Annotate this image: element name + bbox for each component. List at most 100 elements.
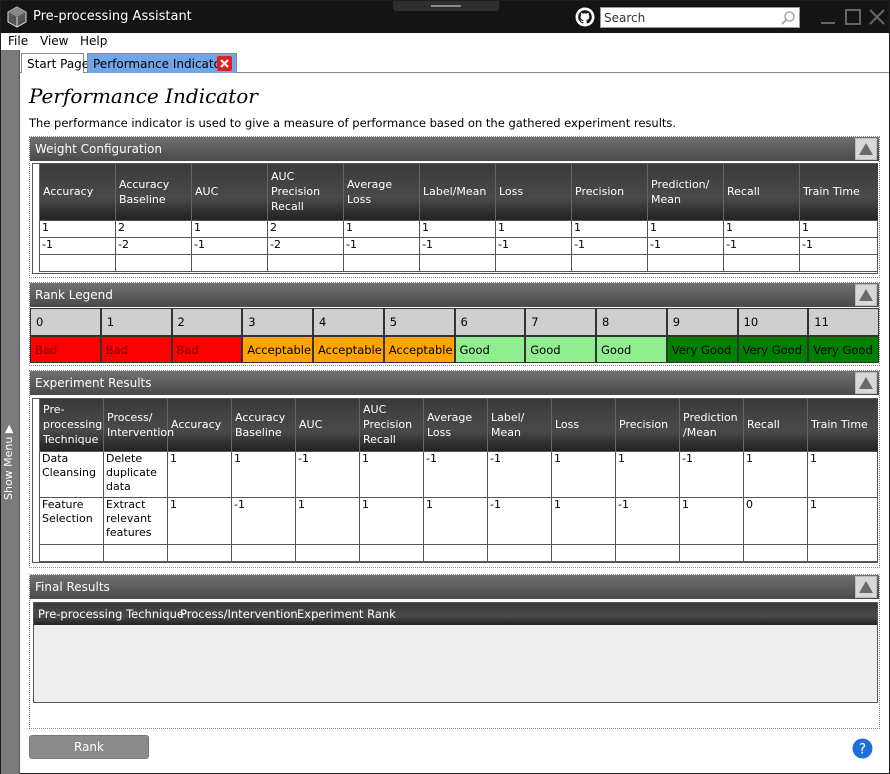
grid-cell[interactable]: -1 xyxy=(231,496,296,545)
grid-cell[interactable]: -1 xyxy=(191,236,268,255)
menu-file[interactable]: File xyxy=(8,34,28,48)
column-header[interactable]: Prediction/ Mean xyxy=(647,164,724,220)
grid-cell[interactable] xyxy=(487,543,552,562)
column-header[interactable]: AUC xyxy=(295,399,360,451)
grid-cell[interactable] xyxy=(343,253,420,272)
grid-cell[interactable]: -1 xyxy=(679,450,744,498)
grid-cell[interactable] xyxy=(39,253,116,272)
grid-cell[interactable] xyxy=(359,543,424,562)
table-row[interactable] xyxy=(39,253,878,272)
grid-cell[interactable]: 1 xyxy=(807,496,878,545)
column-header[interactable]: Accuracy Baseline xyxy=(231,399,296,451)
weight-configuration-grid[interactable]: Accuracy Accuracy Baseline AUC AUC Precisio… xyxy=(39,164,878,272)
grid-cell[interactable]: 0 xyxy=(743,496,808,545)
grid-cell[interactable]: -1 xyxy=(487,496,552,545)
column-header[interactable]: Pre-processing Technique xyxy=(38,607,184,621)
grid-cell[interactable]: -1 xyxy=(487,450,552,498)
column-header[interactable]: Train Time xyxy=(799,164,878,220)
grid-cell[interactable] xyxy=(495,253,572,272)
column-header[interactable]: Accuracy xyxy=(39,164,116,220)
collapse-triangle-icon[interactable] xyxy=(855,576,877,598)
grid-cell[interactable]: 1 xyxy=(423,496,488,545)
grid-cell[interactable]: 1 xyxy=(39,219,116,238)
grid-cell[interactable]: 1 xyxy=(231,450,296,498)
column-header[interactable]: Accuracy xyxy=(167,399,232,451)
grid-cell[interactable]: 1 xyxy=(495,219,572,238)
grid-cell[interactable]: -1 xyxy=(615,496,680,545)
grid-cell[interactable]: 1 xyxy=(419,219,496,238)
grid-cell[interactable]: 1 xyxy=(167,496,232,545)
search-input[interactable] xyxy=(604,10,774,26)
grid-cell[interactable]: 1 xyxy=(551,496,616,545)
grid-cell[interactable]: -1 xyxy=(723,236,800,255)
grid-cell[interactable]: 1 xyxy=(799,219,878,238)
grid-cell[interactable]: -2 xyxy=(267,236,344,255)
grid-cell[interactable]: 1 xyxy=(551,450,616,498)
menu-help[interactable]: Help xyxy=(80,34,107,48)
grid-cell[interactable]: 1 xyxy=(343,219,420,238)
column-header[interactable]: Process/ Intervention xyxy=(103,399,174,451)
title-bar[interactable]: Pre-processing Assistant xyxy=(1,1,889,33)
column-header[interactable]: Recall xyxy=(723,164,800,220)
grid-cell[interactable] xyxy=(423,543,488,562)
close-icon[interactable] xyxy=(867,7,887,27)
grid-cell[interactable]: Data Cleansing xyxy=(39,450,104,498)
column-header[interactable]: Process/Intervention xyxy=(180,607,298,621)
table-row[interactable]: 12121111111 xyxy=(39,219,878,238)
column-header[interactable]: AUC Precision Recall xyxy=(359,399,424,451)
menu-view[interactable]: View xyxy=(40,34,68,48)
column-header[interactable]: Average Loss xyxy=(343,164,420,220)
grid-cell[interactable]: -1 xyxy=(295,450,360,498)
collapse-triangle-icon[interactable] xyxy=(855,372,877,394)
grid-cell[interactable] xyxy=(115,253,192,272)
help-icon[interactable]: ? xyxy=(852,738,873,759)
github-icon[interactable] xyxy=(575,7,595,27)
table-row[interactable]: Feature Selection Extract relevant featur… xyxy=(39,496,878,545)
grid-cell[interactable]: -1 xyxy=(423,450,488,498)
tab-start-page[interactable]: Start Page xyxy=(21,53,89,73)
grid-cell[interactable]: 1 xyxy=(807,450,878,498)
grid-cell[interactable] xyxy=(419,253,496,272)
final-results-grid[interactable]: Pre-processing Technique Process/Interven… xyxy=(33,602,878,703)
grid-cell[interactable]: -2 xyxy=(115,236,192,255)
grid-cell[interactable] xyxy=(267,253,344,272)
grid-cell[interactable] xyxy=(103,543,168,562)
experiment-results-grid[interactable]: Pre-processing Technique Process/ Interve… xyxy=(39,399,878,562)
grid-cell[interactable]: 1 xyxy=(191,219,268,238)
table-row[interactable]: Data Cleansing Delete duplicate data 1 1 -1 1… xyxy=(39,450,878,498)
grid-cell[interactable] xyxy=(191,253,268,272)
grid-cell[interactable]: -1 xyxy=(39,236,116,255)
search-box[interactable] xyxy=(600,7,800,28)
collapse-triangle-icon[interactable] xyxy=(855,284,877,306)
grid-cell[interactable] xyxy=(799,253,878,272)
column-header[interactable]: Loss xyxy=(495,164,572,220)
grid-cell[interactable]: 1 xyxy=(571,219,648,238)
column-header[interactable]: AUC Precision Recall xyxy=(267,164,344,220)
grid-cell[interactable]: Feature Selection xyxy=(39,496,104,545)
grid-cell[interactable]: 2 xyxy=(267,219,344,238)
column-header[interactable]: Recall xyxy=(743,399,808,451)
drag-grip[interactable] xyxy=(393,1,499,11)
grid-cell[interactable]: 1 xyxy=(679,496,744,545)
collapse-triangle-icon[interactable] xyxy=(855,138,877,160)
column-header[interactable]: Accuracy Baseline xyxy=(115,164,192,220)
column-header[interactable]: Precision xyxy=(571,164,648,220)
grid-cell[interactable] xyxy=(231,543,296,562)
tab-close-icon[interactable] xyxy=(217,56,232,71)
grid-cell[interactable] xyxy=(39,543,104,562)
column-header[interactable]: Train Time xyxy=(807,399,878,451)
grid-cell[interactable] xyxy=(679,543,744,562)
grid-cell[interactable] xyxy=(743,543,808,562)
grid-cell[interactable]: 1 xyxy=(743,450,808,498)
grid-cell[interactable]: 1 xyxy=(647,219,724,238)
grid-cell[interactable]: Delete duplicate data xyxy=(103,450,168,498)
grid-cell[interactable] xyxy=(723,253,800,272)
column-header[interactable]: Experiment Rank xyxy=(297,607,396,621)
grid-cell[interactable] xyxy=(571,253,648,272)
grid-cell[interactable]: -1 xyxy=(647,236,724,255)
grid-cell[interactable]: 1 xyxy=(615,450,680,498)
grid-cell[interactable] xyxy=(807,543,878,562)
grid-cell[interactable]: 1 xyxy=(295,496,360,545)
grid-cell[interactable]: 1 xyxy=(359,496,424,545)
column-header[interactable]: Precision xyxy=(615,399,680,451)
